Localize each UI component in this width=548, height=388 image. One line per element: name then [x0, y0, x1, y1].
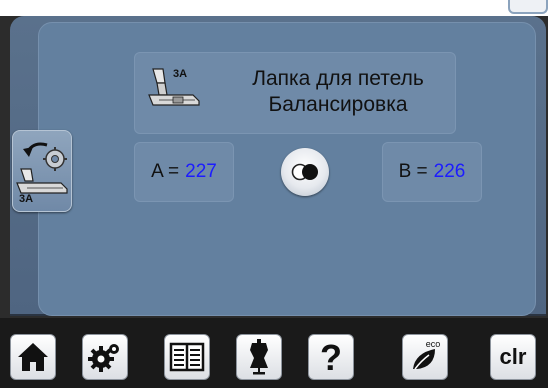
clr-button[interactable]: clr: [490, 334, 536, 380]
title-box: 3A Лапка для петель Балансировка: [134, 52, 456, 134]
dress-form-button[interactable]: [236, 334, 282, 380]
balance-toggle-button[interactable]: [281, 148, 329, 196]
manual-icon: [169, 342, 205, 372]
value-b-number: 226: [433, 161, 466, 182]
foot-badge: 3A: [173, 68, 187, 80]
value-a-box[interactable]: A = 227: [134, 142, 234, 202]
eco-button[interactable]: eco: [402, 334, 448, 380]
eco-label: eco: [426, 339, 441, 349]
eco-icon: eco: [413, 339, 441, 370]
value-b-label: B =: [398, 161, 428, 182]
value-a-label: A =: [151, 161, 180, 182]
manual-button[interactable]: [164, 334, 210, 380]
top-strip: [0, 0, 548, 16]
home-button[interactable]: [10, 334, 56, 380]
toggle-circles-icon: [291, 163, 318, 181]
dress-form-icon: [250, 339, 268, 375]
title-line-2: Балансировка: [268, 93, 408, 116]
help-button[interactable]: ?: [308, 334, 354, 380]
foot-balance-side-button[interactable]: 3A: [12, 130, 72, 212]
top-tab[interactable]: [508, 0, 548, 14]
screen: 3A Лапка для петель Балансировка A = 227…: [0, 0, 548, 388]
side-foot-badge: 3A: [19, 193, 34, 205]
settings-icon: [88, 344, 119, 372]
help-icon: ?: [320, 338, 342, 376]
title-line-1: Лапка для петель: [252, 67, 424, 90]
value-a-number: 227: [185, 161, 217, 182]
clr-label: clr: [499, 344, 527, 369]
svg-text:?: ?: [320, 338, 342, 376]
settings-button[interactable]: [82, 334, 128, 380]
value-b-box[interactable]: B = 226: [382, 142, 482, 202]
presser-foot-icon: 3A: [148, 68, 200, 106]
home-icon: [18, 343, 48, 371]
